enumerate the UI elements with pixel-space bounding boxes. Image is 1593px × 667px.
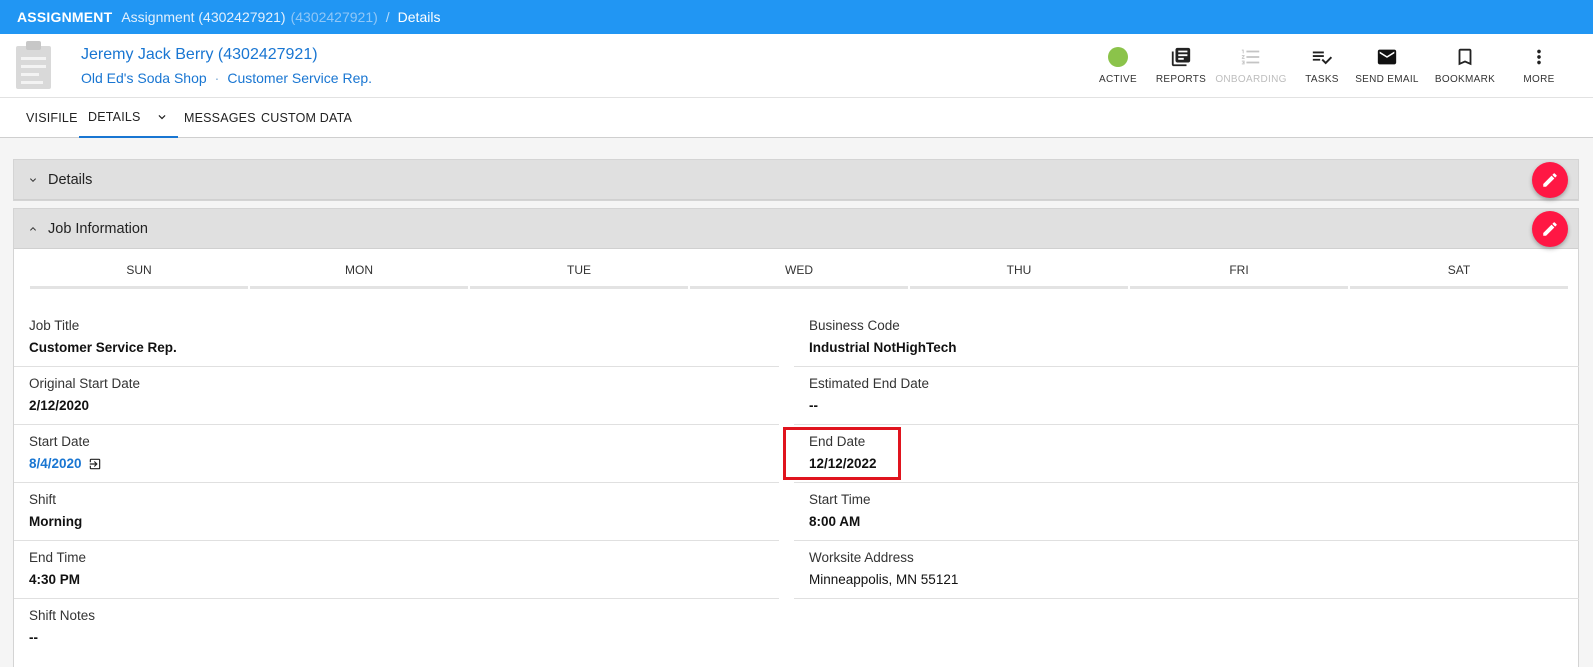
- details-panel: Details: [13, 159, 1579, 201]
- pencil-icon: [1543, 222, 1557, 236]
- record-header: Jeremy Jack Berry (4302427921) Old Ed's …: [0, 34, 1593, 98]
- day-thu[interactable]: THU: [910, 263, 1128, 289]
- tasks-icon: [1312, 51, 1333, 65]
- day-fri[interactable]: FRI: [1130, 263, 1348, 289]
- top-breadcrumb-bar: ASSIGNMENT Assignment (4302427921) (43024…: [0, 0, 1593, 34]
- edit-job-information-button[interactable]: [1532, 211, 1568, 247]
- header-actions: ACTIVE REPORTS ONBOARDING TASKS SEND EMA…: [0, 34, 1593, 98]
- pencil-icon: [1543, 173, 1557, 187]
- open-in-icon[interactable]: [88, 457, 102, 471]
- tab-bar: VISIFILE DETAILS MESSAGES CUSTOM DATA: [0, 98, 1593, 138]
- tab-messages[interactable]: MESSAGES: [184, 98, 256, 138]
- bookmark-icon: [1458, 48, 1472, 66]
- field-shift: Shift Morning: [14, 483, 779, 541]
- field-original-start-date: Original Start Date 2/12/2020: [14, 367, 779, 425]
- job-information-panel-title: Job Information: [48, 220, 148, 237]
- day-tue[interactable]: TUE: [470, 263, 688, 289]
- field-estimated-end-date: Estimated End Date --: [794, 367, 1579, 425]
- field-start-date: Start Date 8/4/2020: [14, 425, 779, 483]
- content-area: Details Job Information SUN MON TUE WED …: [0, 138, 1593, 667]
- field-business-code: Business Code Industrial NotHighTech: [794, 309, 1579, 367]
- day-wed[interactable]: WED: [690, 263, 908, 289]
- breadcrumb-assignment-id: (4302427921): [290, 9, 378, 25]
- tab-visifile[interactable]: VISIFILE: [26, 98, 78, 138]
- end-date-highlight-box: [783, 427, 901, 480]
- field-worksite-address: Worksite Address Minneappolis, MN 55121: [794, 541, 1579, 599]
- week-day-schedule: SUN MON TUE WED THU FRI SAT: [29, 263, 1569, 289]
- breadcrumb-separator: /: [385, 9, 390, 25]
- day-sat[interactable]: SAT: [1350, 263, 1568, 289]
- field-end-time: End Time 4:30 PM: [14, 541, 779, 599]
- tab-custom-data[interactable]: CUSTOM DATA: [261, 98, 352, 138]
- email-icon: [1377, 49, 1397, 65]
- day-mon[interactable]: MON: [250, 263, 468, 289]
- details-panel-header[interactable]: Details: [14, 160, 1578, 200]
- job-information-panel: Job Information SUN MON TUE WED THU FRI …: [13, 208, 1579, 667]
- breadcrumb-current: Details: [397, 9, 441, 25]
- chevron-down-icon[interactable]: [26, 174, 40, 186]
- onboarding-icon: [1241, 49, 1260, 65]
- chevron-up-icon[interactable]: [26, 223, 40, 235]
- job-information-panel-header[interactable]: Job Information: [14, 209, 1578, 249]
- tab-details[interactable]: DETAILS: [79, 98, 178, 138]
- edit-details-button[interactable]: [1532, 162, 1568, 198]
- reports-icon: [1171, 47, 1191, 67]
- send-email-button[interactable]: SEND EMAIL: [1342, 42, 1432, 85]
- field-end-date: End Date 12/12/2022: [794, 425, 1579, 483]
- module-title: ASSIGNMENT: [17, 9, 113, 25]
- field-start-time: Start Time 8:00 AM: [794, 483, 1579, 541]
- status-dot: [1108, 47, 1128, 67]
- more-button[interactable]: MORE: [1494, 42, 1584, 85]
- breadcrumb-assignment[interactable]: Assignment (4302427921) (4302427921): [121, 9, 377, 25]
- field-job-title: Job Title Customer Service Rep.: [14, 309, 779, 367]
- field-shift-notes: Shift Notes --: [29, 608, 96, 645]
- details-panel-title: Details: [48, 171, 93, 188]
- day-sun[interactable]: SUN: [30, 263, 248, 289]
- start-date-link[interactable]: 8/4/2020: [29, 456, 102, 471]
- more-vert-icon: [1537, 49, 1541, 65]
- chevron-down-icon[interactable]: [155, 110, 169, 124]
